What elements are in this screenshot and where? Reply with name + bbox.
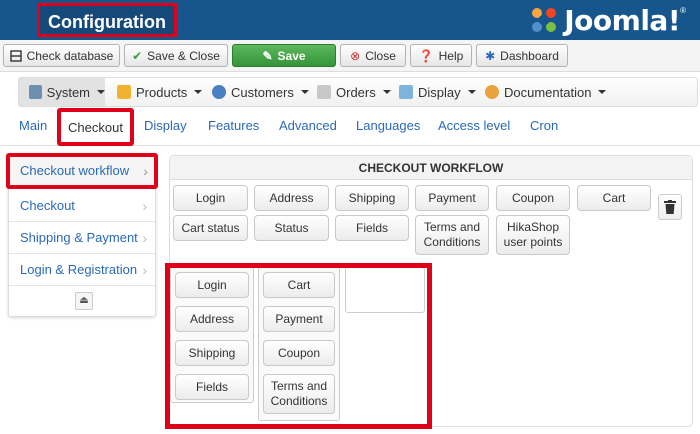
block-cart-status[interactable]: Cart status bbox=[173, 215, 248, 241]
trash-button[interactable] bbox=[658, 194, 682, 220]
tab-access-level[interactable]: Access level bbox=[438, 118, 510, 133]
menu-products-label: Products bbox=[136, 84, 188, 100]
wrench-icon bbox=[29, 85, 42, 99]
block-hikashop-user-points[interactable]: HikaShop user points bbox=[496, 215, 570, 255]
caret-down-icon bbox=[194, 90, 203, 94]
sidenav-checkout[interactable]: Checkout › bbox=[9, 190, 155, 222]
block-coupon[interactable]: Coupon bbox=[496, 185, 570, 211]
help-label: Help bbox=[438, 48, 464, 63]
block-terms-conditions[interactable]: Terms and Conditions bbox=[415, 215, 489, 255]
logo-registered-mark: ® bbox=[680, 5, 686, 15]
page-title: Configuration bbox=[37, 3, 177, 37]
block-shipping[interactable]: Shipping bbox=[335, 185, 409, 211]
documentation-icon bbox=[485, 85, 499, 99]
close-label: Close bbox=[365, 48, 396, 63]
chevron-right-icon: › bbox=[142, 198, 147, 214]
save-button[interactable]: ✎ Save bbox=[232, 44, 336, 67]
check-database-label: Check database bbox=[26, 48, 114, 63]
sidenav-checkout-workflow-label: Checkout workflow bbox=[20, 163, 130, 178]
display-icon bbox=[399, 85, 413, 99]
tab-main[interactable]: Main bbox=[19, 118, 47, 133]
dashboard-label: Dashboard bbox=[500, 48, 559, 63]
close-icon: ⊗ bbox=[350, 48, 361, 63]
menu-documentation[interactable]: Documentation bbox=[485, 78, 607, 106]
checkmark-icon: ✔ bbox=[132, 48, 143, 63]
orders-icon bbox=[317, 85, 331, 99]
checkout-workflow-title: CHECKOUT WORKFLOW bbox=[170, 156, 692, 180]
sidenav-checkout-workflow[interactable]: Checkout workflow › bbox=[6, 153, 158, 189]
menu-orders[interactable]: Orders bbox=[317, 78, 391, 106]
joomla-logo-icon bbox=[532, 8, 557, 32]
help-icon: ❓ bbox=[418, 48, 434, 63]
sidenav-login-registration[interactable]: Login & Registration › bbox=[9, 254, 155, 286]
menu-customers-label: Customers bbox=[231, 84, 294, 100]
box-icon bbox=[117, 85, 131, 99]
help-button[interactable]: ❓ Help bbox=[410, 44, 472, 67]
highlight-box bbox=[165, 263, 432, 429]
check-database-button[interactable]: Check database bbox=[3, 44, 120, 67]
caret-down-icon bbox=[97, 90, 105, 94]
chevron-right-icon: › bbox=[142, 230, 147, 246]
tab-checkout-label: Checkout bbox=[68, 119, 123, 135]
chevron-right-icon: › bbox=[142, 262, 147, 278]
menu-customers[interactable]: Customers bbox=[212, 78, 309, 106]
save-close-button[interactable]: ✔ Save & Close bbox=[124, 44, 228, 67]
close-button[interactable]: ⊗ Close bbox=[340, 44, 406, 67]
tab-features[interactable]: Features bbox=[208, 118, 259, 133]
eject-icon: ⏏ bbox=[79, 295, 89, 306]
block-status[interactable]: Status bbox=[254, 215, 329, 241]
caret-down-icon bbox=[382, 90, 391, 94]
trash-icon bbox=[664, 200, 676, 214]
tab-languages[interactable]: Languages bbox=[356, 118, 420, 133]
tab-advanced[interactable]: Advanced bbox=[279, 118, 337, 133]
joomla-logo: Joomla! ® bbox=[528, 3, 686, 37]
sidenav-shipping-payment-label: Shipping & Payment bbox=[20, 230, 138, 245]
block-cart[interactable]: Cart bbox=[577, 185, 651, 211]
block-address[interactable]: Address bbox=[254, 185, 329, 211]
menu-display[interactable]: Display bbox=[399, 78, 476, 106]
menu-system[interactable]: System bbox=[19, 78, 105, 106]
caret-down-icon bbox=[300, 90, 309, 94]
caret-down-icon bbox=[598, 90, 607, 94]
database-icon bbox=[9, 49, 22, 62]
save-close-label: Save & Close bbox=[147, 48, 220, 63]
tab-checkout[interactable]: Checkout bbox=[57, 108, 134, 146]
sidenav-checkout-label: Checkout bbox=[20, 198, 75, 213]
block-fields[interactable]: Fields bbox=[335, 215, 409, 241]
toolbar: Check database ✔ Save & Close ✎ Save ⊗ C… bbox=[0, 40, 700, 72]
logo-text: Joomla! bbox=[564, 3, 681, 37]
menu-system-label: System bbox=[46, 84, 90, 100]
edit-icon: ✎ bbox=[262, 48, 273, 63]
users-icon bbox=[212, 85, 226, 99]
collapse-sidenav-button[interactable]: ⏏ bbox=[75, 292, 93, 310]
main-menu: System Products Customers Orders Display… bbox=[18, 77, 698, 107]
menu-documentation-label: Documentation bbox=[504, 84, 592, 100]
caret-down-icon bbox=[467, 90, 476, 94]
tab-cron[interactable]: Cron bbox=[530, 118, 558, 133]
block-payment[interactable]: Payment bbox=[415, 185, 489, 211]
menu-display-label: Display bbox=[418, 84, 461, 100]
dashboard-button[interactable]: ✱ Dashboard bbox=[476, 44, 568, 67]
save-label: Save bbox=[277, 48, 306, 63]
sidenav-shipping-payment[interactable]: Shipping & Payment › bbox=[9, 222, 155, 254]
menu-orders-label: Orders bbox=[336, 84, 376, 100]
menu-products[interactable]: Products bbox=[117, 78, 203, 106]
sidenav-login-registration-label: Login & Registration bbox=[20, 262, 138, 277]
dashboard-icon: ✱ bbox=[485, 48, 496, 63]
chevron-right-icon: › bbox=[143, 163, 148, 179]
block-login[interactable]: Login bbox=[173, 185, 248, 211]
header-bar: Configuration Joomla! ® bbox=[0, 0, 700, 40]
tab-display[interactable]: Display bbox=[144, 118, 187, 133]
